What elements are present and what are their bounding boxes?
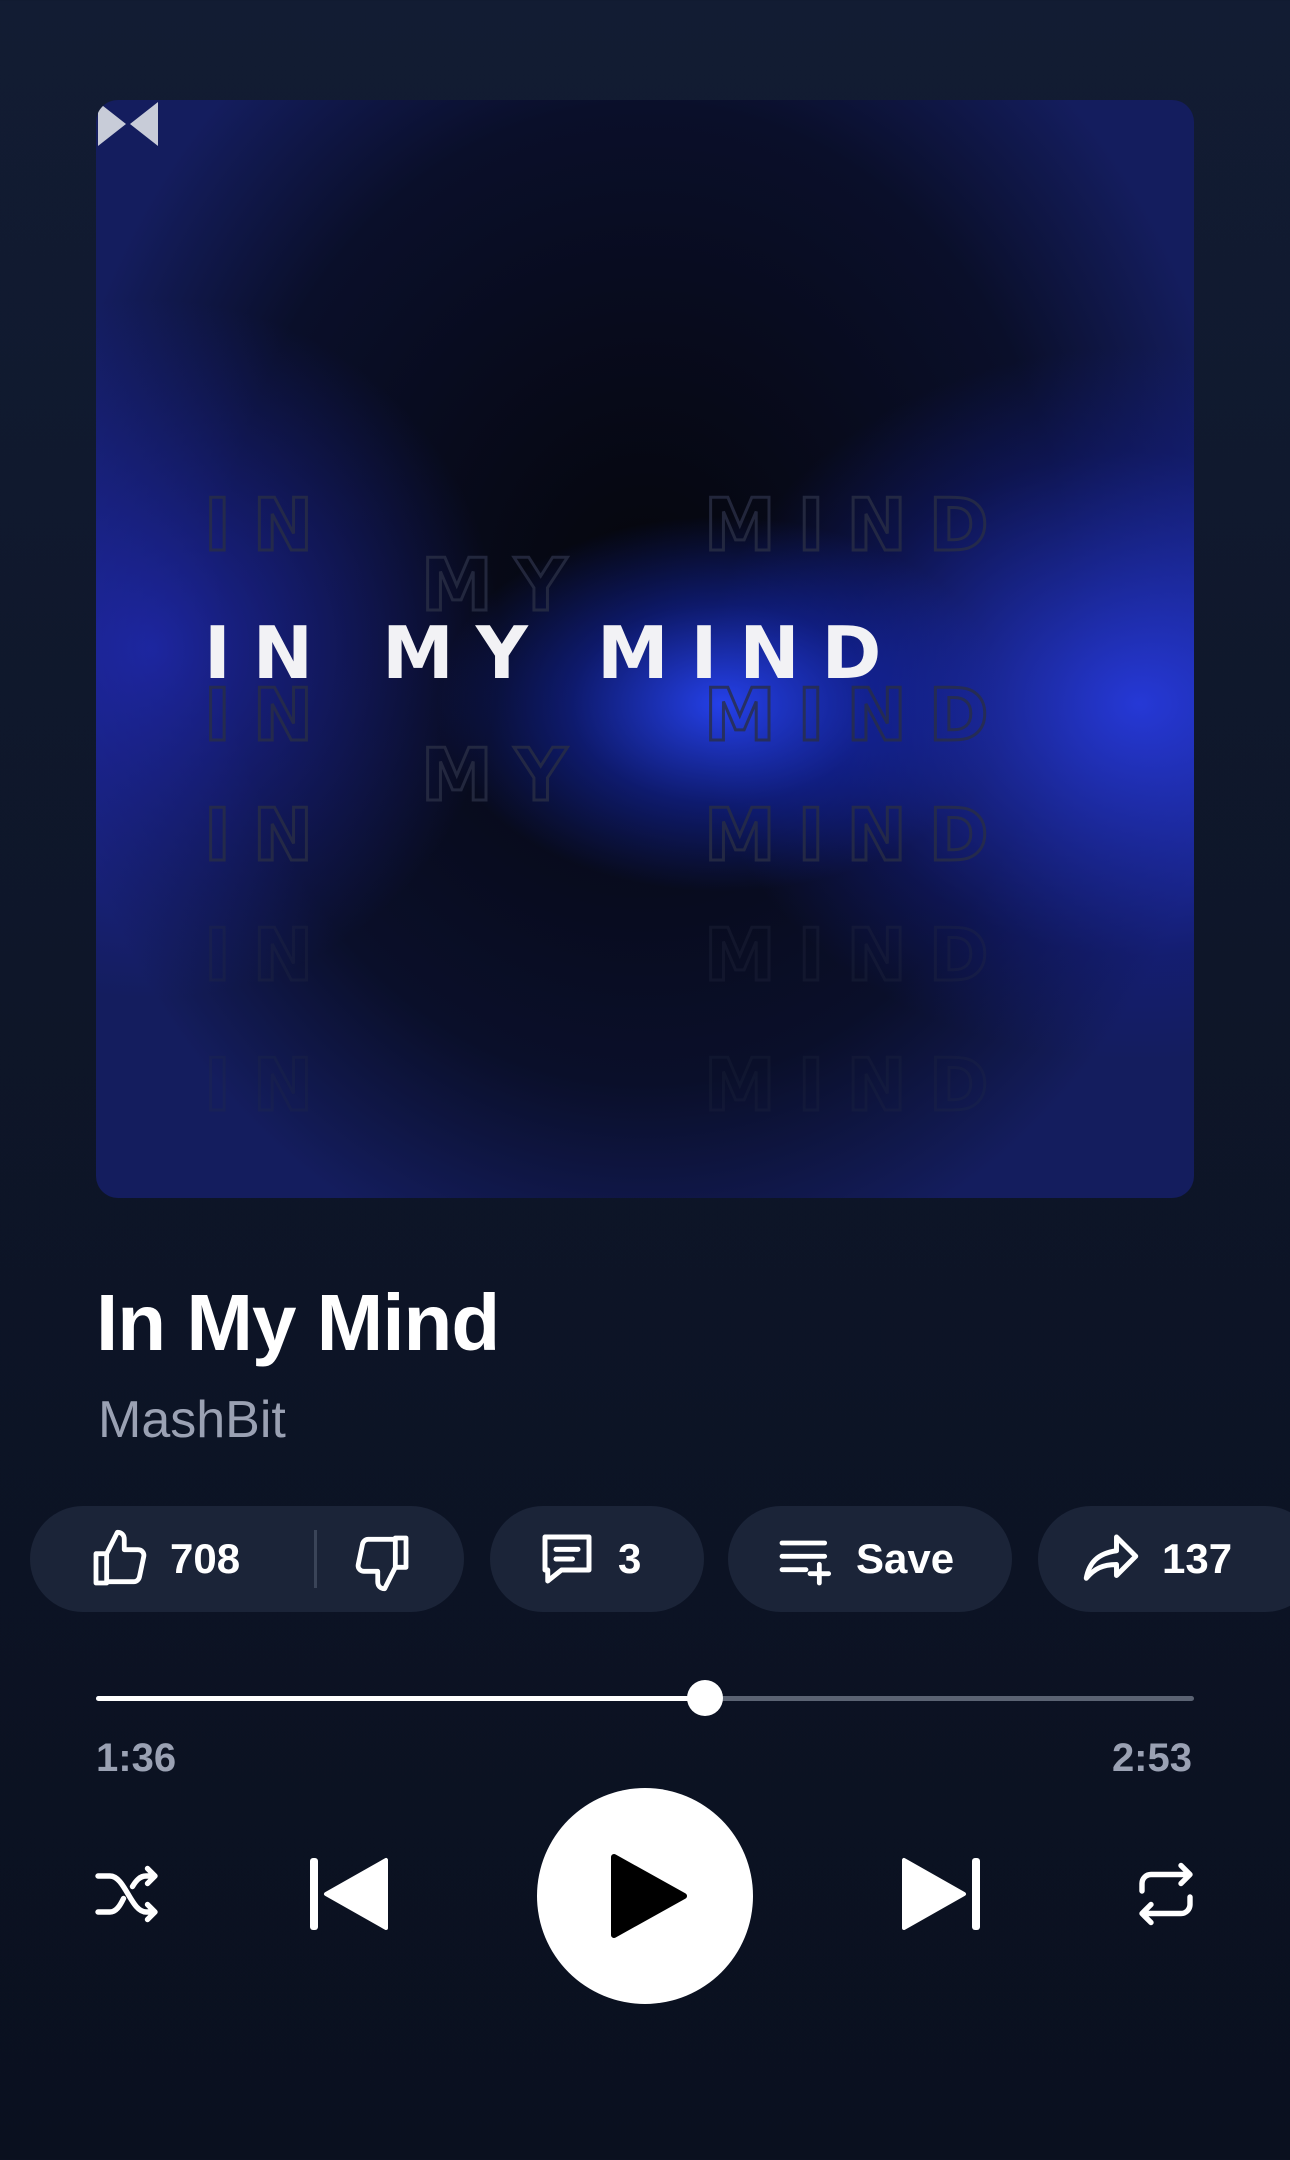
cover-echo-in-3: IN [204, 793, 335, 877]
cover-echo-in-5: IN [204, 1043, 335, 1127]
share-button[interactable]: 137 [1038, 1506, 1290, 1612]
album-art: IN MIND MY IN MIND MY IN MIND IN MIND IN… [96, 100, 1194, 1198]
like-count[interactable]: 708 [170, 1535, 240, 1583]
cover-echo-mind-4: MIND [704, 913, 1010, 997]
bowtie-logo-icon [98, 102, 158, 146]
current-time: 1:36 [96, 1736, 177, 1780]
play-icon [611, 1854, 687, 1938]
repeat-icon [1139, 1862, 1193, 1926]
like-dislike-chip: 708 [30, 1506, 464, 1612]
cover-echo-in-4: IN [204, 913, 335, 997]
comment-icon [542, 1534, 592, 1584]
save-label: Save [856, 1535, 955, 1582]
previous-icon [310, 1858, 388, 1930]
cover-echo-my-2: MY [421, 733, 589, 817]
shuffle-button[interactable] [86, 1852, 170, 1936]
artist-name[interactable]: MashBit [98, 1390, 286, 1450]
cover-echo-in-1: IN [204, 483, 335, 567]
progress-fill [96, 1696, 706, 1701]
cover-echo-mind-1: MIND [704, 483, 1010, 567]
repeat-button[interactable] [1124, 1852, 1208, 1936]
save-button[interactable]: Save [728, 1506, 1012, 1612]
progress-thumb[interactable] [687, 1680, 724, 1716]
playlist-add-icon [779, 1540, 832, 1586]
share-count: 137 [1162, 1535, 1233, 1582]
cover-echo-mind-3: MIND [704, 793, 1010, 877]
play-button[interactable] [537, 1788, 753, 2004]
cover-title: IN MY MIND [204, 611, 903, 695]
total-time: 2:53 [1111, 1736, 1192, 1780]
like-divider [314, 1530, 317, 1588]
comment-count: 3 [618, 1535, 642, 1582]
comments-button[interactable]: 3 [490, 1506, 704, 1612]
cover-echo-mind-5: MIND [704, 1043, 1010, 1127]
shuffle-icon [95, 1865, 158, 1923]
next-icon [902, 1858, 980, 1930]
previous-button[interactable] [298, 1848, 398, 1940]
progress-bar[interactable] [96, 1680, 1194, 1716]
share-icon [1083, 1534, 1139, 1581]
thumbs-down-icon[interactable] [350, 1530, 414, 1594]
track-title: In My Mind [96, 1278, 500, 1367]
thumbs-up-icon[interactable] [88, 1527, 152, 1591]
next-button[interactable] [892, 1848, 992, 1940]
album-cover-text-art: IN MIND MY IN MIND MY IN MIND IN MIND IN… [203, 482, 1010, 1129]
